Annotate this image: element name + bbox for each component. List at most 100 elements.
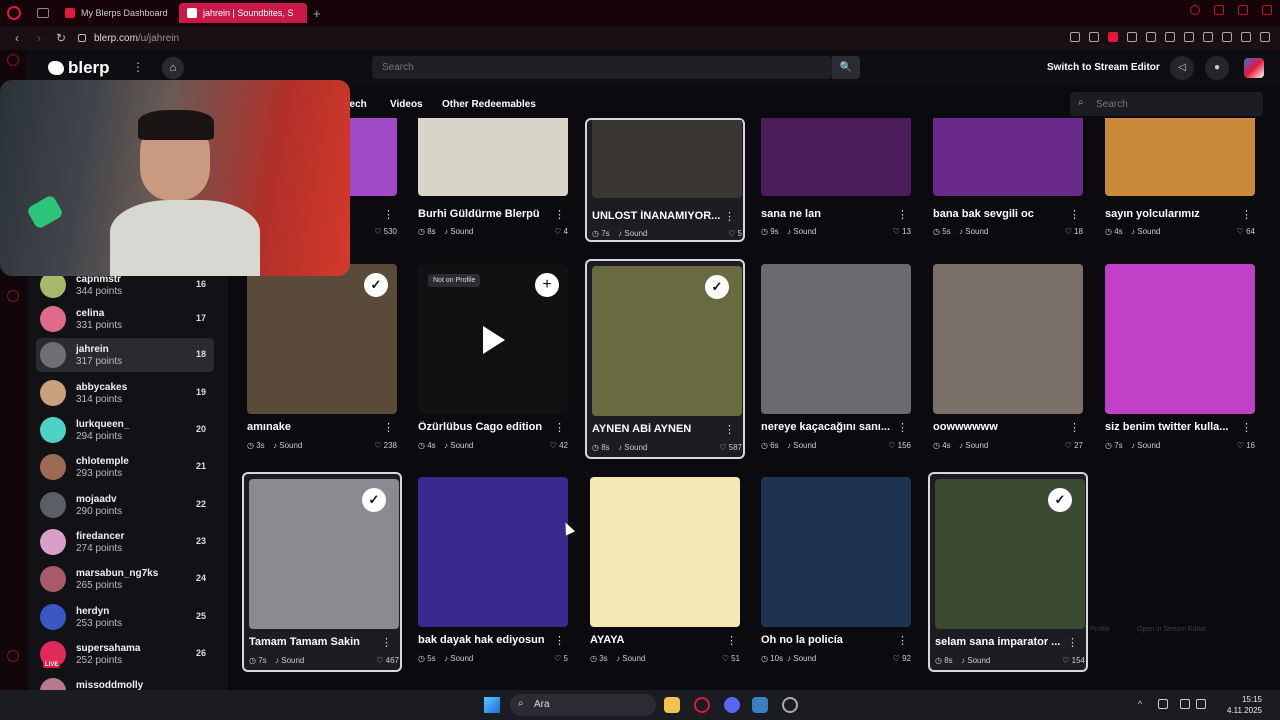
more-options-icon[interactable]: ⋮ (897, 421, 908, 434)
maximize-button[interactable] (1238, 5, 1248, 15)
wallet-icon[interactable] (1222, 32, 1232, 42)
more-options-icon[interactable]: ⋮ (1241, 421, 1252, 434)
blerp-thumbnail[interactable] (761, 118, 911, 196)
blerp-title[interactable]: nereye kaçacağını sanı... (761, 421, 891, 433)
more-options-icon[interactable]: ⋮ (1069, 208, 1080, 221)
blerp-card[interactable]: ✓ amınake ⋮ ◷ 3s ♪ Sound ♡ 238 (242, 259, 402, 459)
leaderboard-row[interactable]: abbycakes 314 points 19 (36, 376, 214, 410)
checkmark-icon[interactable]: ✓ (705, 275, 729, 299)
blerp-card[interactable]: oowwwwww ⋮ ◷ 4s ♪ Sound ♡ 27 (928, 259, 1088, 459)
more-options-icon[interactable]: ⋮ (897, 634, 908, 647)
forward-button[interactable]: › (34, 31, 44, 45)
leaderboard-row[interactable]: LIVE supersahama 252 points 26 (36, 637, 214, 671)
blerp-card[interactable]: AYAYA ⋮ ◷ 3s ♪ Sound ♡ 51 (585, 472, 745, 672)
leaderboard-row[interactable]: firedancer 274 points 23 (36, 525, 214, 559)
blerp-card[interactable]: UNLOST İNANAMIYOR... ⋮ ◷ 7s ♪ Sound ♡ 5 (585, 118, 745, 242)
discord-icon[interactable] (724, 697, 740, 713)
more-options-icon[interactable]: ⋮ (132, 60, 144, 74)
more-options-icon[interactable]: ⋮ (1241, 208, 1252, 221)
heart-icon[interactable] (1165, 32, 1175, 42)
opera-taskbar-icon[interactable] (694, 697, 710, 713)
blerp-card[interactable]: Burhi Güldürme Blerpü ⋮ ◷ 8s ♪ Sound ♡ 4 (413, 118, 573, 242)
sidebar-history-icon[interactable] (7, 290, 19, 302)
play-icon[interactable] (1146, 32, 1156, 42)
blerp-thumbnail[interactable] (761, 477, 911, 627)
pin-icon[interactable] (1070, 32, 1080, 42)
app-icon[interactable] (752, 697, 768, 713)
blerp-thumbnail[interactable] (418, 477, 568, 627)
blerp-thumbnail[interactable] (418, 118, 568, 196)
more-options-icon[interactable]: ⋮ (897, 208, 908, 221)
more-options-icon[interactable]: ⋮ (383, 208, 394, 221)
add-icon[interactable]: + (535, 273, 559, 297)
tab-my-blerps[interactable]: My Blerps Dashboard (57, 3, 179, 23)
blerp-thumbnail[interactable] (761, 264, 911, 414)
more-options-icon[interactable]: ⋮ (381, 636, 392, 649)
blerp-title[interactable]: sayın yolcularımız (1105, 208, 1235, 220)
blerp-title[interactable]: Oh no la policía (761, 634, 891, 646)
blerp-thumbnail[interactable] (1105, 264, 1255, 414)
taskbar-search[interactable]: ⌕ Ara (510, 694, 656, 716)
speaker-icon[interactable] (1196, 699, 1206, 709)
blerp-title[interactable]: Burhi Güldürme Blerpü (418, 208, 548, 220)
search-tabs-icon[interactable] (1190, 5, 1200, 15)
extensions-icon[interactable] (1203, 32, 1213, 42)
download-icon[interactable] (1241, 32, 1251, 42)
more-options-icon[interactable]: ⋮ (554, 634, 565, 647)
blerp-card[interactable]: nereye kaçacağını sanı... ⋮ ◷ 6s ♪ Sound ♡ 1… (756, 259, 916, 459)
blerp-card[interactable]: sayın yolcularımız ⋮ ◷ 4s ♪ Sound ♡ 64 (1100, 118, 1260, 242)
sidebar-more-icon[interactable] (7, 650, 19, 662)
blerp-title[interactable]: amınake (247, 421, 377, 433)
more-options-icon[interactable]: ⋮ (1067, 636, 1078, 649)
more-options-icon[interactable]: ⋮ (383, 421, 394, 434)
mic-icon[interactable] (1158, 699, 1168, 709)
windows-start-icon[interactable] (484, 697, 500, 713)
translate-icon[interactable] (1127, 32, 1137, 42)
search-input[interactable]: Search (372, 56, 832, 79)
minimize-button[interactable] (1214, 5, 1224, 15)
home-icon[interactable]: ⌂ (162, 57, 184, 79)
menu-icon[interactable] (1260, 32, 1270, 42)
settings-icon[interactable] (782, 697, 798, 713)
blerp-logo[interactable]: blerp (48, 58, 110, 78)
user-avatar[interactable] (1244, 58, 1264, 78)
leaderboard-row[interactable]: mojaadv 290 points 22 (36, 488, 214, 522)
checkmark-icon[interactable]: ✓ (362, 488, 386, 512)
tab-jahrein[interactable]: jahrein | Soundbites, S (179, 3, 307, 23)
blerp-title[interactable]: siz benim twitter kulla... (1105, 421, 1235, 433)
blerp-card[interactable]: bana bak sevgili oc ⋮ ◷ 5s ♪ Sound ♡ 18 (928, 118, 1088, 242)
close-window-button[interactable] (1262, 5, 1272, 15)
blerp-title[interactable]: AYNEN ABİ AYNEN (592, 423, 722, 435)
more-options-icon[interactable]: ⋮ (724, 210, 735, 223)
leaderboard-row[interactable]: herdyn 253 points 25 (36, 600, 214, 634)
shield-icon[interactable] (1108, 32, 1118, 42)
blerp-card[interactable]: Oh no la policía ⋮ ◷ 10s ♪ Sound ♡ 92 (756, 472, 916, 672)
blerp-title[interactable]: selam sana imparator ... (935, 636, 1065, 648)
blerp-title[interactable]: UNLOST İNANAMIYOR... (592, 210, 722, 222)
url-field[interactable]: blerp.com/u/jahrein (94, 33, 179, 44)
blerp-title[interactable]: oowwwwww (933, 421, 1063, 433)
blerp-title[interactable]: bana bak sevgili oc (933, 208, 1063, 220)
blerp-thumbnail[interactable] (1105, 118, 1255, 196)
blerp-thumbnail[interactable] (933, 118, 1083, 196)
blerp-card[interactable]: bak dayak hak ediyosun ⋮ ◷ 5s ♪ Sound ♡ 5 (413, 472, 573, 672)
more-options-icon[interactable]: ⋮ (554, 421, 565, 434)
reload-button[interactable]: ↻ (56, 31, 66, 45)
blerp-card[interactable]: ✓ AYNEN ABİ AYNEN ⋮ ◷ 8s ♪ Sound ♡ 587 (585, 259, 745, 459)
volume-icon[interactable]: ◁ (1170, 56, 1194, 80)
leaderboard-row[interactable]: marsabun_ng7ks 265 points 24 (36, 562, 214, 596)
sidebar-aria-icon[interactable] (7, 54, 19, 66)
blerp-title[interactable]: bak dayak hak ediyosun (418, 634, 548, 646)
snapshot-icon[interactable] (1184, 32, 1194, 42)
blerp-title[interactable]: AYAYA (590, 634, 720, 646)
blerp-title[interactable]: Tamam Tamam Sakin (249, 636, 379, 648)
more-options-icon[interactable]: ⋮ (1069, 421, 1080, 434)
checkmark-icon[interactable]: ✓ (364, 273, 388, 297)
blerp-thumbnail[interactable] (933, 264, 1083, 414)
blerp-card[interactable]: sana ne lan ⋮ ◷ 9s ♪ Sound ♡ 13 (756, 118, 916, 242)
system-clock[interactable]: 15:15 4.11.2025 (1218, 694, 1262, 716)
leaderboard-row[interactable]: chlotemple 293 points 21 (36, 450, 214, 484)
more-options-icon[interactable]: ⋮ (724, 423, 735, 436)
checkmark-icon[interactable]: ✓ (1048, 488, 1072, 512)
leaderboard-row[interactable]: celina 331 points 17 (36, 302, 214, 336)
